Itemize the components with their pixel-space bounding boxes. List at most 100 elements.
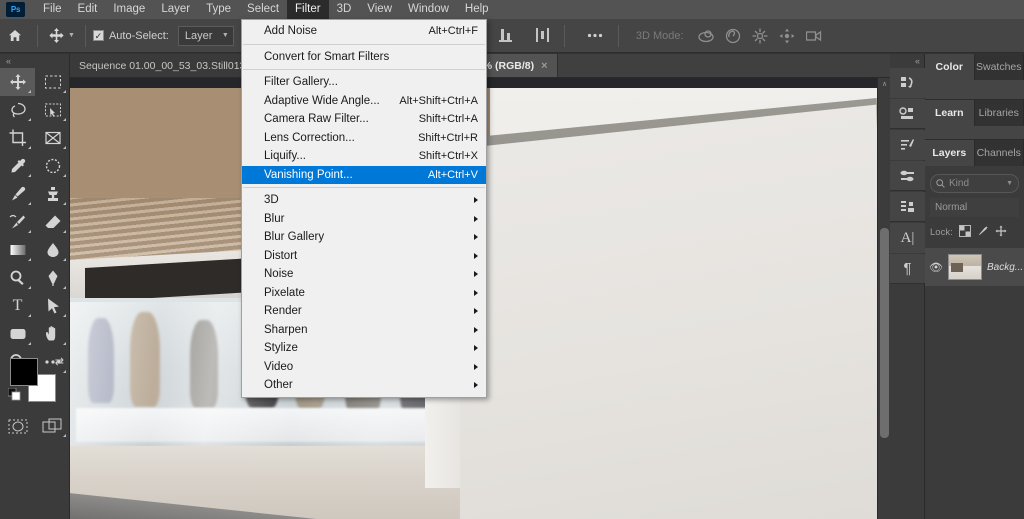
rail-collapse-button[interactable]: « [890,54,924,68]
close-icon[interactable]: × [541,60,547,72]
tab-swatches[interactable]: Swatches [974,54,1024,80]
menu-edit[interactable]: Edit [70,0,106,19]
move-tool[interactable] [0,68,35,96]
toolbar-collapse-button[interactable]: « [0,54,70,68]
menu-item-add-noise[interactable]: Add Noise Alt+Ctrl+F [242,22,486,41]
tab-color[interactable]: Color [925,54,975,80]
menu-item-liquify[interactable]: Liquify... Shift+Ctrl+X [242,147,486,166]
menu-item-blur-gallery[interactable]: Blur Gallery [242,228,486,247]
history-panel-icon[interactable] [890,68,925,98]
tab-channels[interactable]: Channels [974,140,1024,166]
menu-window[interactable]: Window [400,0,457,19]
menu-3d[interactable]: 3D [329,0,360,19]
rectangle-tool[interactable] [0,320,35,348]
screen-mode-icon[interactable] [35,412,70,440]
menu-item-stylize[interactable]: Stylize [242,339,486,358]
gradient-tool[interactable] [0,236,35,264]
horizontal-type-tool[interactable]: T [0,292,35,320]
default-colors-icon[interactable] [7,387,21,406]
pan-3d-icon[interactable] [752,28,768,44]
lock-transparent-pixels-icon[interactable] [958,224,971,240]
menu-item-convert-for-smart-filters[interactable]: Convert for Smart Filters [242,48,486,67]
menu-item-blur[interactable]: Blur [242,210,486,229]
lasso-tool[interactable] [0,96,35,124]
swap-colors-icon[interactable]: ⇄ [55,355,64,368]
scrollbar-thumb[interactable] [880,228,889,438]
menu-item-other[interactable]: Other [242,376,486,395]
roll-3d-icon[interactable] [725,28,741,44]
styles-panel-icon[interactable] [890,192,925,222]
ellipsis-icon[interactable] [584,24,606,48]
history-brush-tool[interactable] [0,208,35,236]
menu-item-render[interactable]: Render [242,302,486,321]
quick-mask-icon[interactable] [0,412,35,440]
menu-view[interactable]: View [359,0,400,19]
canvas-vertical-scrollbar[interactable]: ∧ [877,78,890,519]
distribute-icon[interactable] [535,28,550,43]
brush-tool[interactable] [0,180,35,208]
menu-item-distort[interactable]: Distort [242,247,486,266]
character-panel-icon[interactable]: A| [890,223,925,253]
menu-file[interactable]: File [35,0,70,19]
document-tab[interactable]: Sequence 01.00_00_53_03.Still013 × [70,54,269,77]
menu-item-noise[interactable]: Noise [242,265,486,284]
frame-tool[interactable] [35,124,70,152]
paragraph-panel-icon[interactable]: ¶ [890,254,925,284]
tab-layers[interactable]: Layers [925,140,975,166]
object-selection-tool[interactable] [35,96,70,124]
menu-item-label: Blur [264,212,285,225]
clone-stamp-tool[interactable] [35,180,70,208]
menu-layer[interactable]: Layer [153,0,198,19]
align-bottom-icon[interactable] [498,28,513,43]
layer-filter-dropdown[interactable]: Kind ▼ [930,174,1019,193]
camera-3d-icon[interactable] [805,28,822,44]
hand-tool[interactable] [35,320,70,348]
chevron-down-icon[interactable]: ▼ [1006,180,1013,187]
chevron-down-icon[interactable]: ▼ [68,32,75,39]
spot-healing-brush-tool[interactable] [35,152,70,180]
blur-tool[interactable] [35,236,70,264]
tab-learn[interactable]: Learn [925,100,975,126]
auto-select-checkbox[interactable]: ✓ [92,30,104,41]
pen-tool[interactable] [35,264,70,292]
lock-image-pixels-icon[interactable] [977,225,989,240]
menu-item-vanishing-point[interactable]: Vanishing Point... Alt+Ctrl+V [242,165,486,184]
menu-item-filter-gallery[interactable]: Filter Gallery... [242,73,486,92]
menu-help[interactable]: Help [457,0,497,19]
auto-select-scope-value: Layer [184,29,213,42]
blend-mode-dropdown[interactable]: Normal [930,198,1019,217]
menu-item-camera-raw-filter[interactable]: Camera Raw Filter... Shift+Ctrl+A [242,110,486,129]
menu-item-lens-correction[interactable]: Lens Correction... Shift+Ctrl+R [242,129,486,148]
menu-item-sharpen[interactable]: Sharpen [242,321,486,340]
menu-filter[interactable]: Filter [287,0,329,19]
menu-image[interactable]: Image [105,0,153,19]
dodge-tool[interactable] [0,264,35,292]
filter-menu-dropdown[interactable]: Add Noise Alt+Ctrl+F Convert for Smart Fil… [241,19,487,398]
menu-item-shortcut: Alt+Ctrl+F [428,25,478,38]
eyedropper-tool[interactable] [0,152,35,180]
menu-item-video[interactable]: Video [242,358,486,377]
menu-type[interactable]: Type [198,0,239,19]
layer-row[interactable]: 👁 Backg... [925,248,1024,286]
tab-libraries[interactable]: Libraries [974,100,1024,126]
properties-panel-icon[interactable] [890,161,925,191]
auto-select-scope-dropdown[interactable]: Layer ▼ [177,25,234,46]
slide-3d-icon[interactable] [779,28,795,44]
actions-panel-icon[interactable] [890,99,925,129]
current-tool-move[interactable]: ▼ [45,23,78,49]
orbit-3d-icon[interactable] [697,28,714,44]
menu-item-pixelate[interactable]: Pixelate [242,284,486,303]
menu-item-adaptive-wide-angle[interactable]: Adaptive Wide Angle... Alt+Shift+Ctrl+A [242,92,486,111]
crop-tool[interactable] [0,124,35,152]
menu-item-3d[interactable]: 3D [242,191,486,210]
path-selection-tool[interactable] [35,292,70,320]
home-icon[interactable] [0,24,30,48]
scroll-up-icon[interactable]: ∧ [878,78,890,91]
lock-position-icon[interactable] [995,225,1007,240]
menu-select[interactable]: Select [239,0,287,19]
eraser-tool[interactable] [35,208,70,236]
eye-icon[interactable]: 👁 [929,261,943,274]
foreground-color-swatch[interactable] [10,358,38,386]
adjustments-panel-icon[interactable] [890,130,925,160]
rectangular-marquee-tool[interactable] [35,68,70,96]
